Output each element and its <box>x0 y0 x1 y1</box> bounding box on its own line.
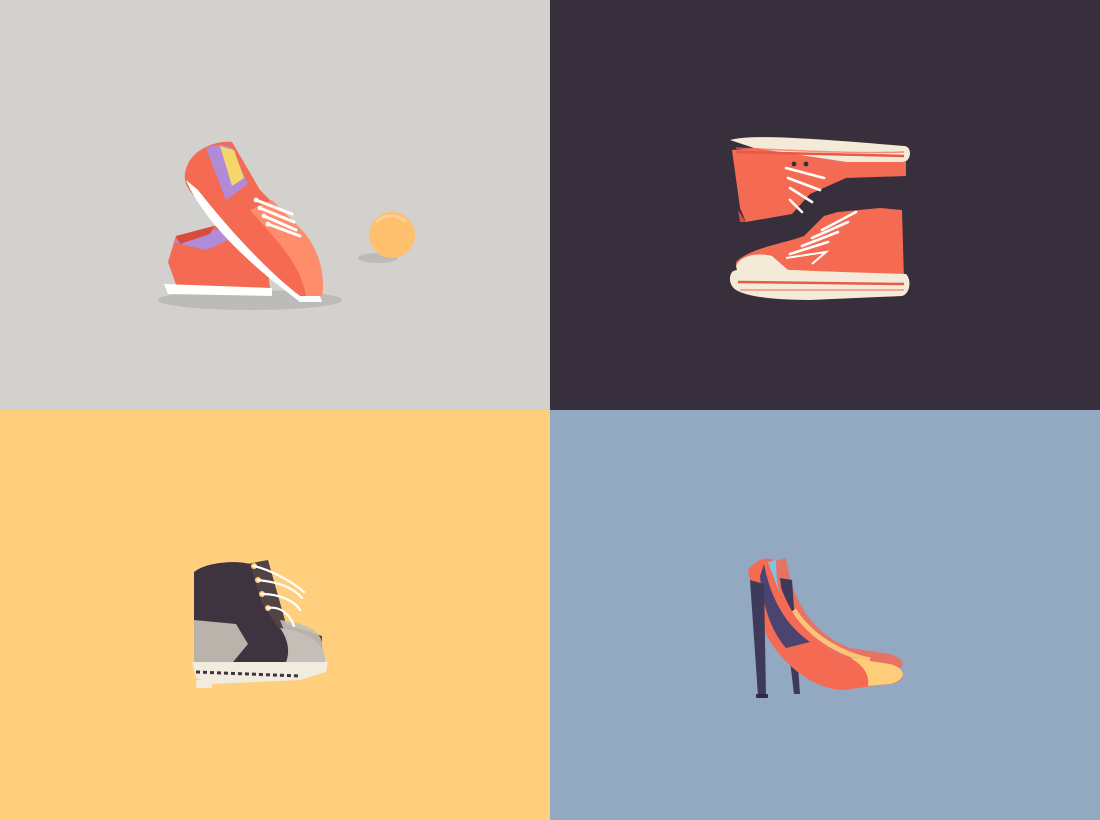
ball-icon <box>369 212 415 258</box>
panel-background <box>550 410 1100 820</box>
panel-high-tops <box>550 0 1100 410</box>
panel-background <box>550 0 1100 410</box>
sneakers-illustration <box>0 0 550 410</box>
boots-illustration <box>0 410 550 820</box>
shoe-illustration-grid <box>0 0 1100 820</box>
heels-illustration <box>550 410 1100 820</box>
panel-heels <box>550 410 1100 820</box>
high-tops-illustration <box>550 0 1100 410</box>
panel-sneakers <box>0 0 550 410</box>
panel-boots <box>0 410 550 820</box>
